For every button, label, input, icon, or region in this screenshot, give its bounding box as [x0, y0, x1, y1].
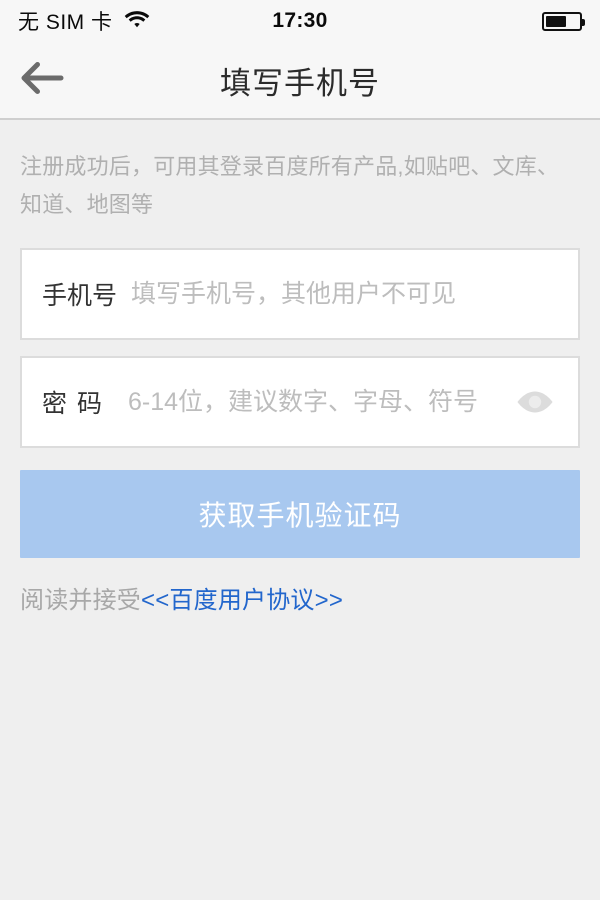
back-button[interactable]: [0, 42, 86, 118]
status-bar-time: 17:30: [272, 9, 328, 32]
agreement-row: 阅读并接受<<百度用户协议>>: [20, 580, 580, 615]
main-content: 注册成功后，可用其登录百度所有产品,如贴吧、文库、知道、地图等 手机号 密码 获…: [0, 120, 600, 615]
password-field-row[interactable]: 密码: [20, 356, 580, 448]
back-arrow-icon: [20, 61, 66, 100]
password-field-label: 密码: [42, 390, 113, 418]
intro-description: 注册成功后，可用其登录百度所有产品,如贴吧、文库、知道、地图等: [20, 154, 560, 217]
user-agreement-link[interactable]: <<百度用户协议>>: [141, 587, 343, 614]
status-bar-right: [542, 11, 585, 31]
phone-field-label: 手机号: [42, 282, 118, 310]
status-bar: 无 SIM 卡 17:30: [0, 0, 600, 42]
get-verification-code-button[interactable]: 获取手机验证码: [20, 470, 580, 558]
password-input[interactable]: [128, 387, 512, 417]
eye-icon[interactable]: [512, 379, 558, 425]
page-title: 填写手机号: [220, 65, 380, 101]
navigation-bar: 填写手机号: [0, 42, 600, 120]
get-verification-code-label: 获取手机验证码: [198, 500, 402, 531]
phone-input[interactable]: [131, 279, 558, 309]
battery-icon: [542, 11, 585, 31]
agreement-prefix: 阅读并接受: [20, 587, 141, 614]
phone-field-row[interactable]: 手机号: [20, 248, 580, 340]
